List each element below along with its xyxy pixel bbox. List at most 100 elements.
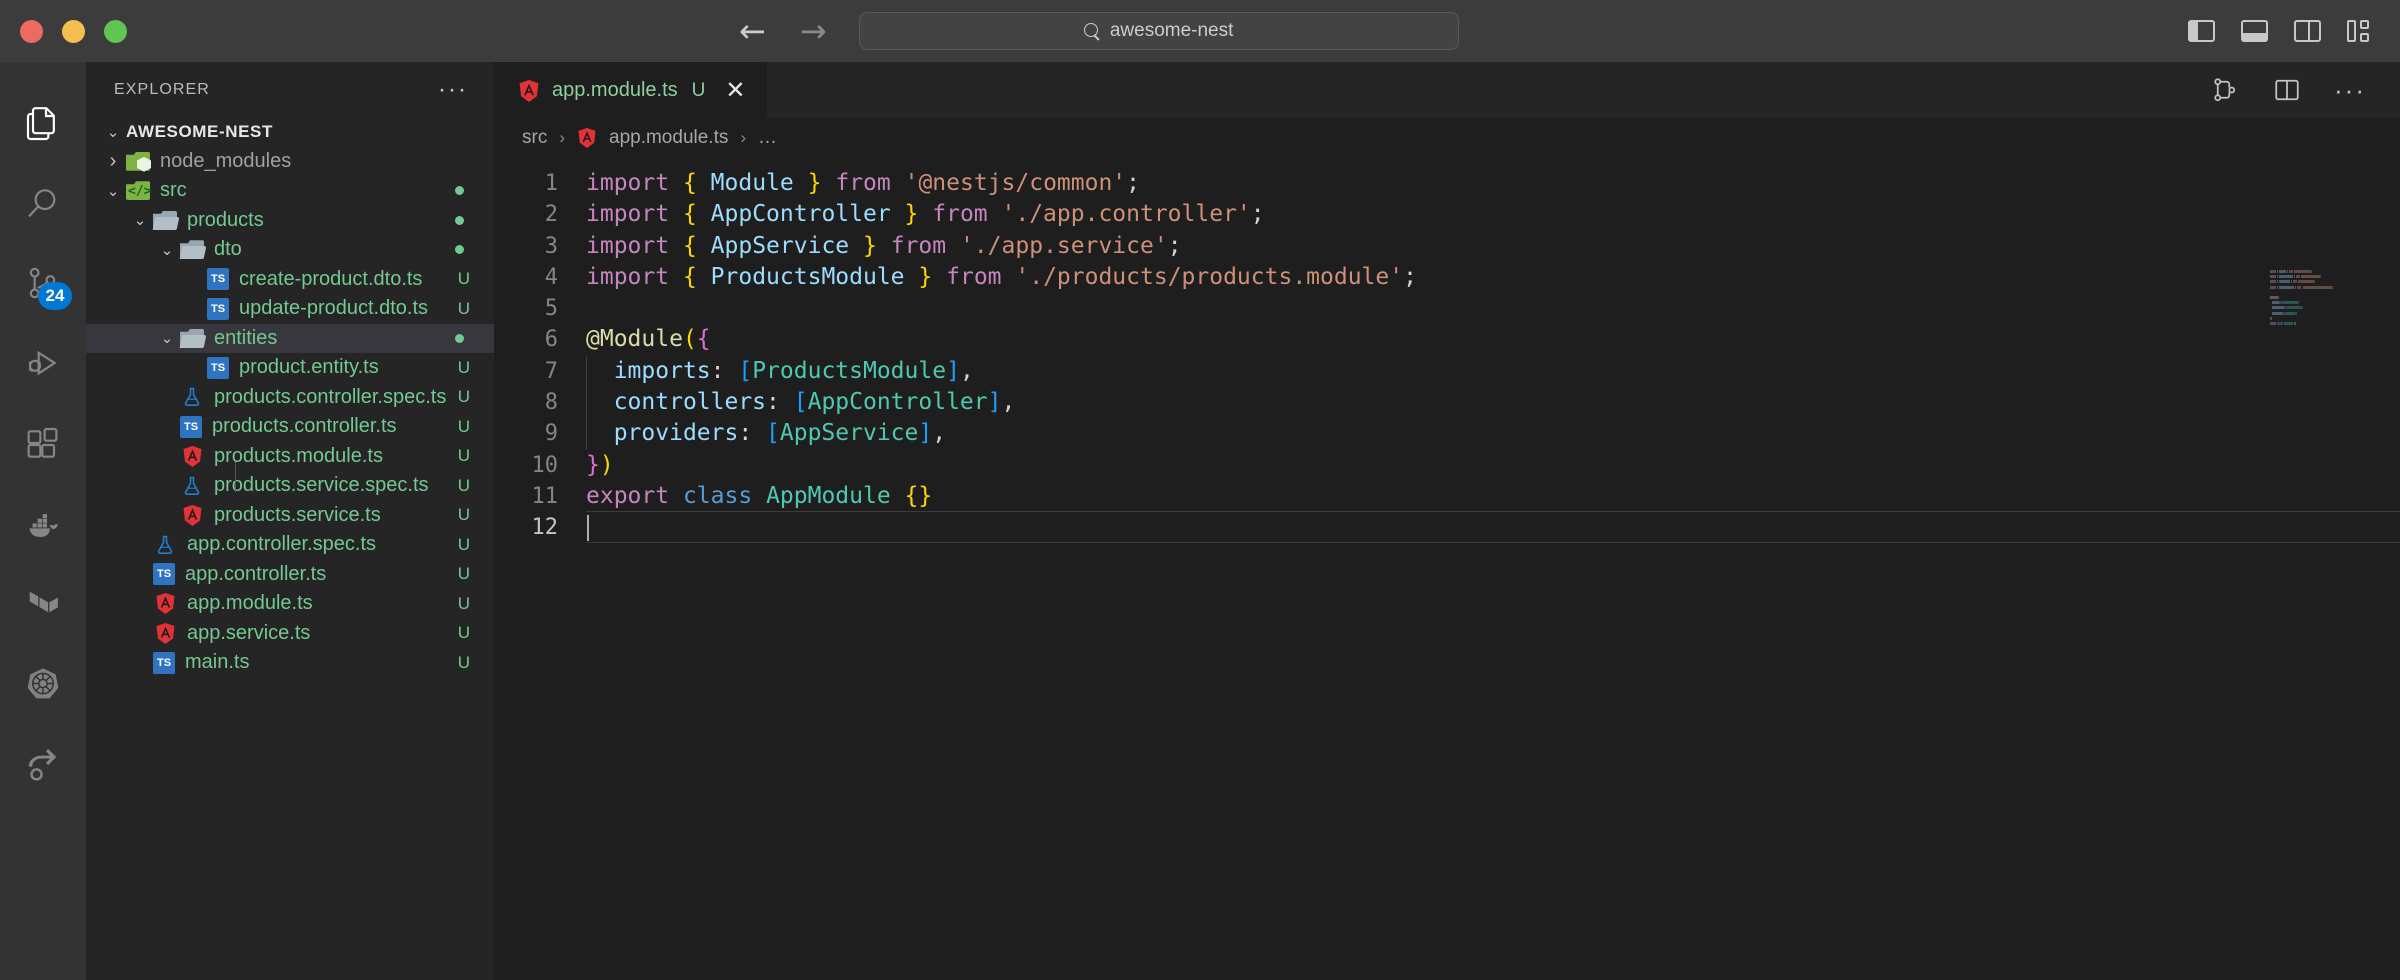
code-line-text: import { AppController } from './app.con…: [586, 201, 1265, 227]
minimap-line: [2270, 270, 2382, 273]
code-editor[interactable]: 1 2 3 4 5 6 7 8 9 10 11 12 import { Module } from '…: [494, 158, 2400, 980]
toggle-primary-sidebar-icon[interactable]: [2188, 20, 2215, 42]
source-control-graph-icon[interactable]: [2210, 75, 2240, 105]
activity-bar-item-search[interactable]: [0, 164, 86, 244]
code-line[interactable]: [586, 293, 2400, 324]
tree-folder-row[interactable]: ⌄ dto: [86, 235, 494, 265]
code-line-text: import { Module } from '@nestjs/common';: [586, 170, 1140, 196]
tree-file-row[interactable]: app.module.ts U: [86, 589, 494, 619]
activity-bar-item-extensions[interactable]: [0, 404, 86, 484]
activity-bar-item-kubernetes[interactable]: [0, 644, 86, 724]
tree-item-label: products.service.spec.ts: [214, 474, 429, 497]
tree-root-awesome-nest[interactable]: ⌄ AWESOME-NEST: [86, 117, 494, 147]
maximize-window-button[interactable]: [104, 19, 127, 43]
chevron-down-icon[interactable]: ⌄: [154, 241, 180, 259]
code-content[interactable]: import { Module } from '@nestjs/common';…: [572, 158, 2400, 980]
chevron-down-icon[interactable]: ⌄: [127, 211, 153, 229]
close-tab-icon[interactable]: ✕: [725, 78, 745, 103]
tree-folder-row[interactable]: ⌄ products: [86, 206, 494, 236]
minimap-token: [2302, 285, 2332, 289]
git-status-badge: U: [457, 298, 470, 318]
activity-bar-item-explorer[interactable]: [0, 84, 86, 164]
folder-src-icon: </>: [126, 179, 151, 203]
code-token: ProductsModule: [752, 357, 947, 384]
tree-file-row[interactable]: TS products.controller.ts U: [86, 412, 494, 442]
minimap-token: [2314, 280, 2316, 284]
code-token: import: [586, 201, 670, 228]
activity-bar-item-terraform[interactable]: [0, 564, 86, 644]
tree-file-row[interactable]: app.service.ts U: [86, 619, 494, 649]
code-line[interactable]: import { ProductsModule } from './produc…: [586, 262, 2400, 293]
code-line[interactable]: providers: [AppService],: [586, 418, 2400, 449]
toggle-secondary-sidebar-icon[interactable]: [2294, 20, 2321, 42]
split-editor-icon[interactable]: [2272, 75, 2302, 105]
breadcrumb-item-file[interactable]: app.module.ts: [609, 127, 728, 149]
toggle-panel-icon[interactable]: [2241, 20, 2268, 42]
go-back-icon[interactable]: ←: [739, 15, 766, 47]
code-token: @Module: [586, 326, 683, 353]
tree-file-row[interactable]: TS product.entity.ts U: [86, 353, 494, 383]
chevron-down-icon[interactable]: ⌄: [154, 329, 180, 347]
customize-layout-icon[interactable]: [2347, 20, 2374, 42]
editor-tab-app-module[interactable]: app.module.ts U ✕: [494, 62, 768, 118]
minimap-line: [2270, 295, 2382, 299]
activity-bar-item-docker[interactable]: [0, 484, 86, 564]
chevron-down-icon[interactable]: ⌄: [100, 182, 126, 200]
tree-file-row[interactable]: TS main.ts U: [86, 648, 494, 678]
breadcrumb-item-symbols[interactable]: …: [758, 127, 777, 149]
tree-file-row[interactable]: TS update-product.dto.ts U: [86, 294, 494, 324]
tree-indent-guide: [235, 462, 236, 492]
tree-file-row[interactable]: products.service.spec.ts U: [86, 471, 494, 501]
minimap-line: [2270, 321, 2382, 325]
tree-folder-row[interactable]: ⌄ entities: [86, 323, 494, 353]
minimap-token: [2278, 295, 2280, 299]
close-window-button[interactable]: [20, 19, 43, 43]
minimize-window-button[interactable]: [62, 19, 85, 43]
activity-bar-item-chameleon[interactable]: [0, 724, 86, 804]
explorer-more-actions-icon[interactable]: ···: [438, 77, 468, 102]
tree-file-row[interactable]: TS app.controller.ts U: [86, 560, 494, 590]
code-line[interactable]: import { AppController } from './app.con…: [586, 199, 2400, 230]
go-forward-icon[interactable]: →: [800, 15, 827, 47]
code-line[interactable]: [586, 511, 2400, 543]
tree-folder-row[interactable]: ⌄ </> src: [86, 176, 494, 206]
code-line[interactable]: import { AppService } from './app.servic…: [586, 231, 2400, 262]
code-token: AppModule: [766, 482, 891, 509]
code-line-text: controllers: [AppController],: [586, 389, 1016, 416]
code-line[interactable]: @Module({: [586, 324, 2400, 355]
tree-file-row[interactable]: products.module.ts U: [86, 442, 494, 472]
code-line[interactable]: imports: [ProductsModule],: [586, 356, 2400, 387]
tree-folder-row[interactable]: › node_modules: [86, 147, 494, 177]
code-line[interactable]: export class AppModule {}: [586, 481, 2400, 512]
command-center[interactable]: awesome-nest: [858, 12, 1459, 50]
chevron-down-icon[interactable]: ⌄: [100, 123, 126, 141]
code-token: ;: [1250, 201, 1265, 228]
code-token: {: [682, 201, 697, 228]
tree-file-row[interactable]: products.service.ts U: [86, 501, 494, 531]
minimap-token: [2301, 275, 2321, 279]
editor-more-actions-icon[interactable]: ···: [2334, 77, 2366, 103]
tree-file-row[interactable]: app.controller.spec.ts U: [86, 530, 494, 560]
activity-bar-item-source-control[interactable]: 24: [0, 244, 86, 324]
minimap-token: [2279, 285, 2295, 289]
code-token: ,: [1001, 389, 1016, 416]
breadcrumb-item-src[interactable]: src: [522, 127, 547, 149]
activity-bar-item-run-and-debug[interactable]: [0, 324, 86, 404]
code-line[interactable]: controllers: [AppController],: [586, 387, 2400, 418]
git-status-badge: U: [457, 505, 470, 525]
code-line[interactable]: import { Module } from '@nestjs/common';: [586, 168, 2400, 199]
minimap[interactable]: [2270, 270, 2382, 336]
chevron-right-icon[interactable]: ›: [100, 150, 126, 173]
tree-file-row[interactable]: TS create-product.dto.ts U: [86, 265, 494, 295]
minimap-token: [2272, 301, 2280, 305]
tree-file-row[interactable]: products.controller.spec.ts U: [86, 383, 494, 413]
test-flask-icon: [180, 385, 204, 409]
minimap-token: [2301, 306, 2303, 310]
explorer-header: EXPLORER ···: [86, 62, 494, 117]
code-line[interactable]: }): [586, 450, 2400, 481]
